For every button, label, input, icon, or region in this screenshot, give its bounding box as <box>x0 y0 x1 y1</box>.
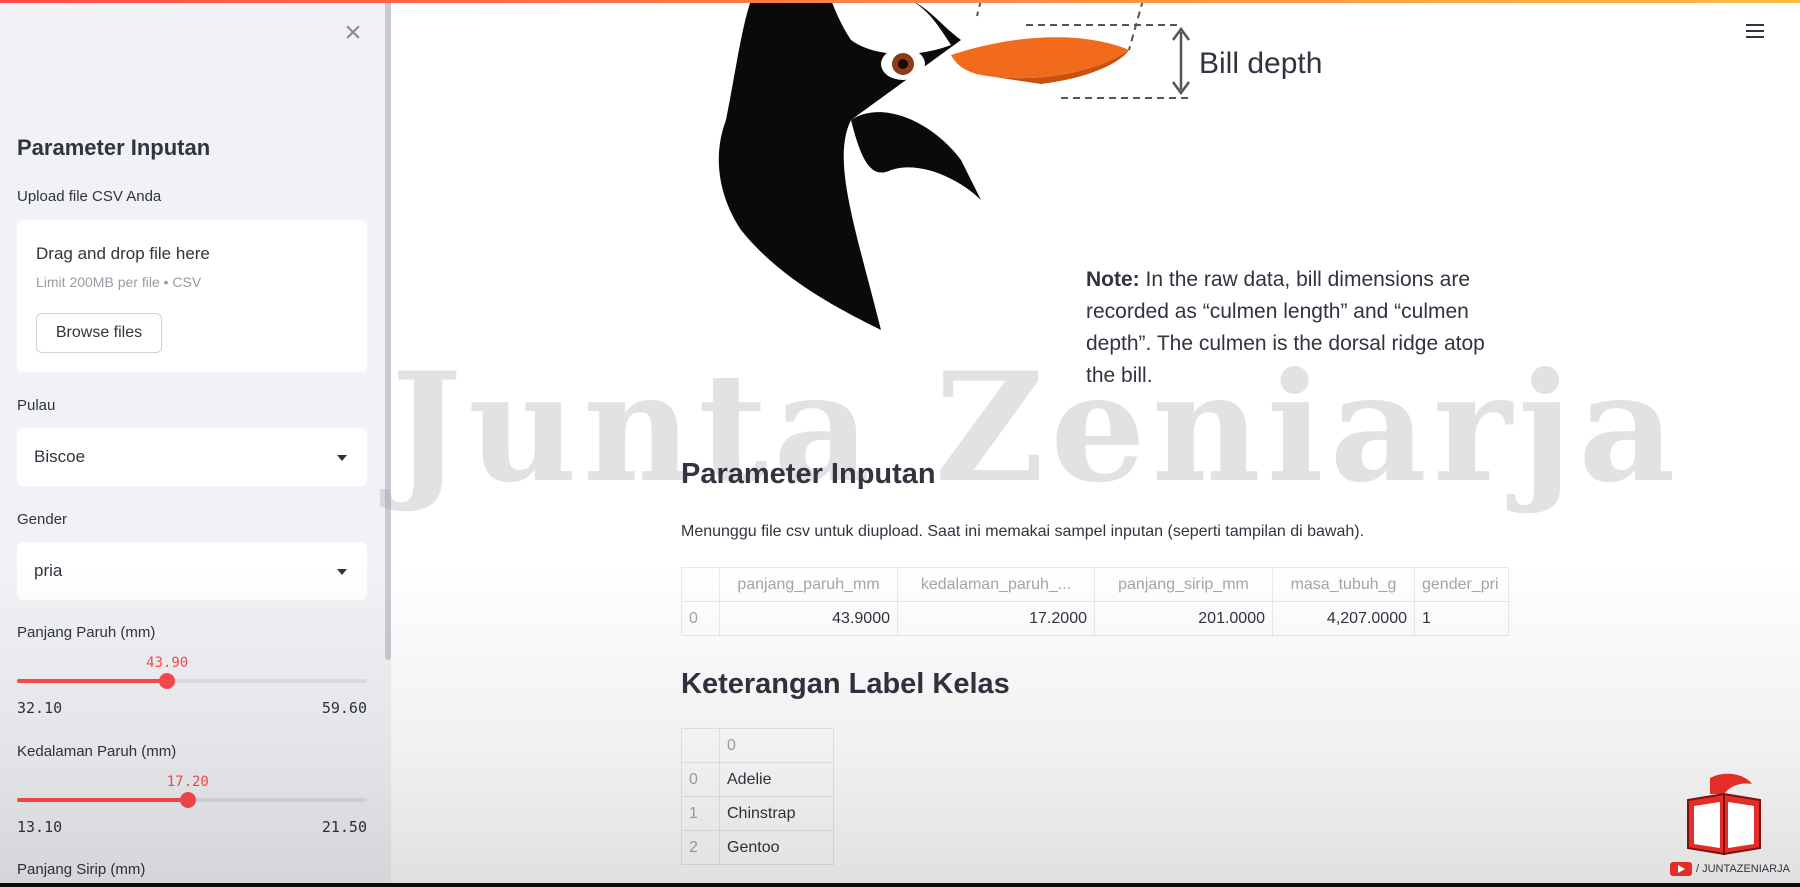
pulau-select[interactable]: Biscoe <box>17 428 367 486</box>
table-cell: Gentoo <box>719 830 834 865</box>
hamburger-menu-icon[interactable] <box>1746 24 1766 42</box>
table-header-cell[interactable]: panjang_paruh_mm <box>719 567 898 602</box>
table-header-cell[interactable]: gender_pri <box>1414 567 1509 602</box>
chevron-down-icon <box>337 569 347 575</box>
youtube-icon <box>1670 862 1692 876</box>
bill-depth-label: Bill depth <box>1199 47 1322 80</box>
slider-track[interactable] <box>17 792 367 808</box>
panjang-paruh-slider[interactable]: 43.90 32.10 59.60 <box>17 655 367 719</box>
table-header-cell[interactable]: 0 <box>719 728 834 763</box>
table-cell: 4,207.0000 <box>1272 601 1415 636</box>
table-header-row: 0 <box>681 728 834 763</box>
browse-files-button[interactable]: Browse files <box>36 313 162 353</box>
slider-fill <box>17 798 188 802</box>
pulau-value: Biscoe <box>34 447 86 466</box>
table-cell: 0 <box>681 762 720 797</box>
upload-label: Upload file CSV Anda <box>17 188 162 205</box>
sidebar-title: Parameter Inputan <box>17 135 211 160</box>
table-header-cell[interactable]: kedalaman_paruh_... <box>897 567 1095 602</box>
dropzone-text: Drag and drop file here <box>36 244 210 263</box>
table-cell: Adelie <box>719 762 834 797</box>
bottom-video-bar <box>0 883 1800 887</box>
channel-tag: / JUNTAZENIARJA <box>1670 862 1790 876</box>
label-dataframe[interactable]: 0 0 Adelie 1 Chinstrap 2 Gentoo <box>681 728 834 865</box>
chevron-down-icon <box>337 455 347 461</box>
close-sidebar-icon[interactable]: × <box>340 18 366 48</box>
table-row: 2 Gentoo <box>681 830 834 865</box>
file-uploader-dropzone[interactable]: Drag and drop file here Limit 200MB per … <box>17 220 367 372</box>
input-dataframe[interactable]: panjang_paruh_mm kedalaman_paruh_... pan… <box>681 567 1509 636</box>
panjang-sirip-label: Panjang Sirip (mm) <box>17 861 146 878</box>
table-cell: Chinstrap <box>719 796 834 831</box>
table-cell: 1 <box>681 796 720 831</box>
slider-max-value: 21.50 <box>321 818 367 836</box>
table-cell: 43.9000 <box>719 601 898 636</box>
section-title-parameter: Parameter Inputan <box>681 458 936 490</box>
table-cell: 17.2000 <box>897 601 1095 636</box>
channel-logo-icon <box>1687 773 1761 856</box>
table-row: 0 43.9000 17.2000 201.0000 4,207.0000 1 <box>681 601 1509 636</box>
top-decoration-bar <box>0 0 1800 3</box>
panjang-paruh-label: Panjang Paruh (mm) <box>17 624 156 641</box>
gender-value: pria <box>34 561 63 580</box>
section-title-label-kelas: Keterangan Label Kelas <box>681 668 1010 700</box>
kedalaman-paruh-label: Kedalaman Paruh (mm) <box>17 743 177 760</box>
slider-thumb[interactable] <box>159 673 176 689</box>
slider-max-value: 59.60 <box>321 699 367 717</box>
table-header-cell[interactable]: masa_tubuh_g <box>1272 567 1415 602</box>
illustration-note: Note: In the raw data, bill dimensions a… <box>1086 264 1506 392</box>
slider-thumb[interactable] <box>179 792 196 808</box>
channel-name: / JUNTAZENIARJA <box>1696 863 1790 875</box>
sidebar: × Parameter Inputan Upload file CSV Anda… <box>0 0 391 887</box>
kedalaman-paruh-slider[interactable]: 17.20 13.10 21.50 <box>17 774 367 838</box>
slider-track[interactable] <box>17 673 367 689</box>
table-row: 0 Adelie <box>681 762 834 797</box>
note-bold: Note: <box>1086 268 1140 291</box>
gender-label: Gender <box>17 511 68 528</box>
pulau-label: Pulau <box>17 397 56 414</box>
table-cell: 2 <box>681 830 720 865</box>
slider-current-value: 17.20 <box>166 774 209 790</box>
slider-current-value: 43.90 <box>146 655 189 671</box>
section-description: Menunggu file csv untuk diupload. Saat i… <box>681 523 1365 540</box>
gender-select[interactable]: pria <box>17 542 367 600</box>
table-row: 1 Chinstrap <box>681 796 834 831</box>
table-header-row: panjang_paruh_mm kedalaman_paruh_... pan… <box>681 567 1509 602</box>
note-text: In the raw data, bill dimensions are rec… <box>1086 268 1485 387</box>
table-cell: 201.0000 <box>1094 601 1273 636</box>
table-header-cell[interactable]: panjang_sirip_mm <box>1094 567 1273 602</box>
slider-min-value: 13.10 <box>17 818 63 836</box>
table-header-cell[interactable] <box>681 567 720 602</box>
table-cell: 1 <box>1414 601 1509 636</box>
slider-fill <box>17 679 168 683</box>
table-cell: 0 <box>681 601 720 636</box>
table-header-cell[interactable] <box>681 728 720 763</box>
slider-min-value: 32.10 <box>17 699 63 717</box>
main-content: Bill depth Note: In the raw data, bill d… <box>391 0 1800 887</box>
dropzone-limit: Limit 200MB per file • CSV <box>36 274 202 290</box>
